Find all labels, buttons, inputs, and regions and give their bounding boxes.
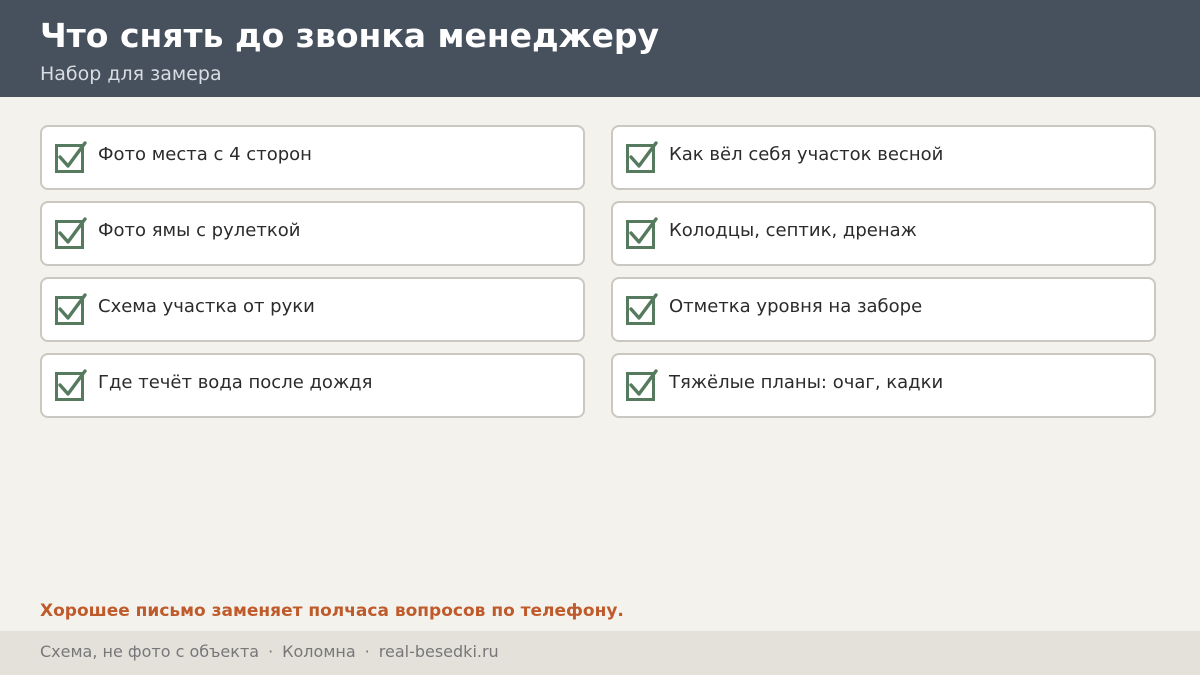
checkbox-checked-icon bbox=[55, 293, 87, 325]
page-subtitle: Набор для замера bbox=[40, 63, 222, 85]
header: Что снять до звонка менеджеру Набор для … bbox=[0, 0, 1200, 97]
footer-site-link[interactable]: real-besedki.ru bbox=[379, 642, 499, 661]
checkbox-checked-icon bbox=[55, 369, 87, 401]
footer-separator: · bbox=[364, 642, 370, 661]
checklist-item: Где течёт вода после дождя bbox=[40, 353, 585, 418]
footer: Схема, не фото с объекта · Коломна · real-be… bbox=[0, 631, 1200, 675]
checklist-item: Фото ямы с рулеткой bbox=[40, 201, 585, 266]
checklist-item: Схема участка от руки bbox=[40, 277, 585, 342]
footer-separator: · bbox=[268, 642, 274, 661]
checkbox-checked-icon bbox=[55, 141, 87, 173]
tip-text: Хорошее письмо заменяет полчаса вопросов… bbox=[40, 601, 624, 621]
checklist-item-label: Тяжёлые планы: очаг, кадки bbox=[669, 372, 944, 393]
footer-city: Коломна bbox=[282, 642, 356, 661]
checklist-item: Фото места с 4 сторон bbox=[40, 125, 585, 190]
checklist-item: Отметка уровня на заборе bbox=[611, 277, 1156, 342]
checkbox-checked-icon bbox=[55, 217, 87, 249]
footer-text: Схема, не фото с объекта · Коломна · real-be… bbox=[40, 641, 499, 663]
checklist-item-label: Фото места с 4 сторон bbox=[98, 144, 312, 165]
footer-note: Схема, не фото с объекта bbox=[40, 642, 260, 661]
checklist-item: Колодцы, септик, дренаж bbox=[611, 201, 1156, 266]
checklist-item-label: Схема участка от руки bbox=[98, 296, 315, 317]
checkbox-checked-icon bbox=[626, 369, 658, 401]
checklist-item-label: Отметка уровня на заборе bbox=[669, 296, 923, 317]
checkbox-checked-icon bbox=[626, 293, 658, 325]
checkbox-checked-icon bbox=[626, 141, 658, 173]
checklist-item-label: Колодцы, септик, дренаж bbox=[669, 220, 917, 241]
checklist: Фото места с 4 сторон Как вёл себя участ… bbox=[40, 125, 1156, 418]
checklist-item: Тяжёлые планы: очаг, кадки bbox=[611, 353, 1156, 418]
checklist-item-label: Где течёт вода после дождя bbox=[98, 372, 373, 393]
checkbox-checked-icon bbox=[626, 217, 658, 249]
checklist-item-label: Как вёл себя участок весной bbox=[669, 144, 944, 165]
checklist-item-label: Фото ямы с рулеткой bbox=[98, 220, 301, 241]
page-title: Что снять до звонка менеджеру bbox=[40, 16, 660, 55]
checklist-item: Как вёл себя участок весной bbox=[611, 125, 1156, 190]
